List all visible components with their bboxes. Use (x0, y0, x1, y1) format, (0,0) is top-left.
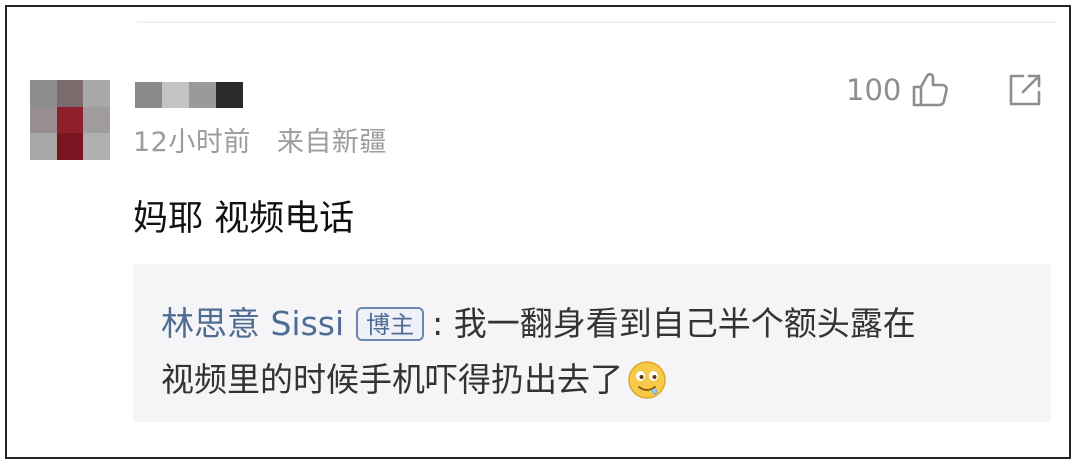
avatar-mosaic-cell (56, 106, 84, 134)
comment-meta: 12小时前 来自新疆 (133, 120, 387, 159)
comment-time: 12小时前 (133, 127, 251, 158)
avatar-mosaic-cell (56, 133, 84, 160)
avatar-mosaic-cell (83, 106, 110, 134)
drooling-face-emoji-icon (627, 360, 667, 400)
reply-line-2: 视频里的时候手机吓得扔出去了 (161, 352, 1031, 408)
reply-author-link[interactable]: 林思意 Sissi (161, 296, 344, 352)
thumbs-up-icon[interactable] (911, 72, 949, 108)
comment-location: 来自新疆 (276, 127, 387, 158)
blogger-badge: 博主 (356, 307, 425, 341)
username-censored[interactable] (135, 82, 243, 108)
username-mosaic-block (135, 82, 162, 108)
avatar-mosaic-cell (30, 133, 57, 160)
like-count: 100 (846, 73, 902, 107)
comment-text: 妈耶 视频电话 (133, 199, 355, 239)
comment-actions: 100 (846, 70, 1043, 110)
reply-text-line-2: 视频里的时候手机吓得扔出去了 (161, 360, 623, 399)
username-mosaic-block (189, 82, 216, 108)
username-mosaic-block (216, 82, 243, 108)
share-icon[interactable] (1007, 72, 1043, 108)
avatar-mosaic-cell (30, 106, 57, 134)
reply-preview[interactable]: 林思意 Sissi 博主: 我一翻身看到自己半个额头露在 视频里的时候手机吓得扔出… (133, 264, 1051, 422)
username-mosaic-block (162, 82, 189, 108)
avatar-mosaic-cell (30, 80, 57, 107)
reply-line-1: 林思意 Sissi 博主: 我一翻身看到自己半个额头露在 (161, 296, 1031, 352)
avatar-mosaic-cell (83, 80, 110, 107)
avatar-mosaic-cell (56, 80, 84, 107)
reply-text-line-1: 我一翻身看到自己半个额头露在 (453, 304, 916, 343)
avatar[interactable] (30, 80, 110, 160)
avatar-mosaic-cell (83, 133, 110, 160)
reply-separator: : (432, 304, 444, 343)
divider (137, 21, 1057, 23)
